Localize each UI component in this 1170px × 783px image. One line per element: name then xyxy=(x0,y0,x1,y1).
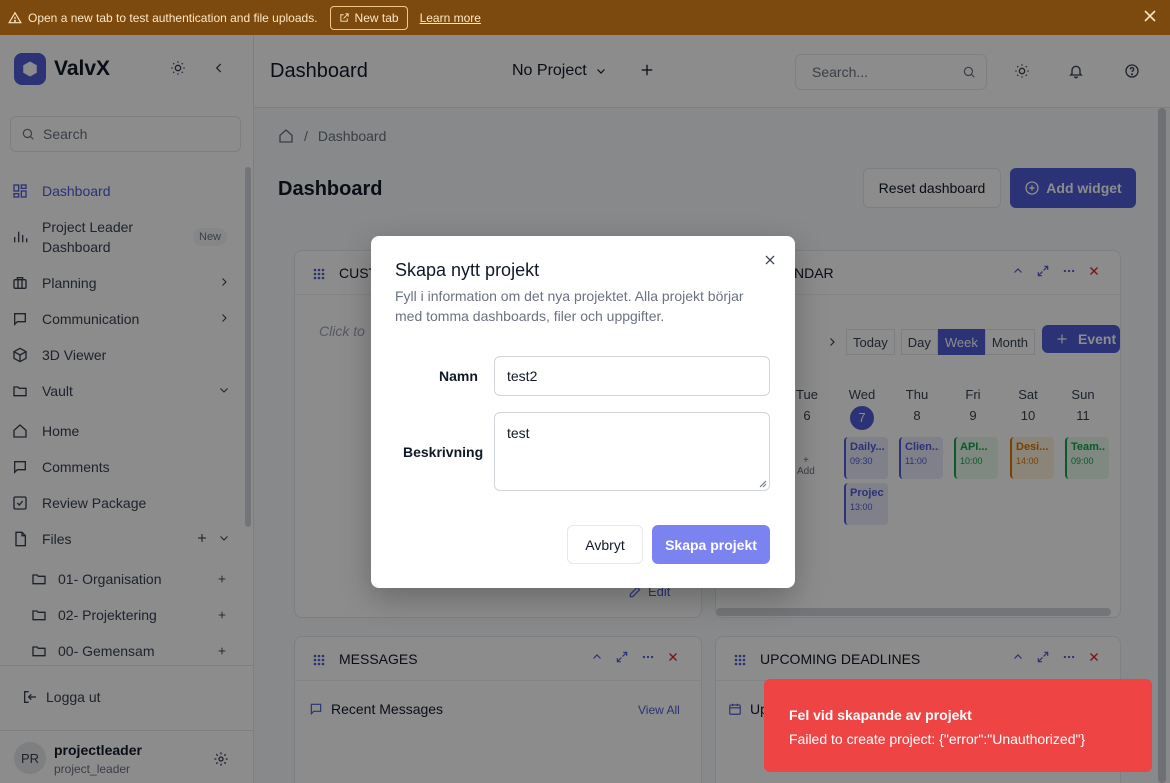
top-banner: Open a new tab to test authentication an… xyxy=(0,0,1170,35)
external-link-icon xyxy=(339,13,349,22)
error-toast[interactable]: Fel vid skapande av projekt Failed to cr… xyxy=(764,679,1152,772)
close-banner-icon[interactable] xyxy=(1144,10,1158,24)
project-description-value: test xyxy=(507,425,530,441)
name-label: Namn xyxy=(439,368,478,384)
modal-backdrop[interactable] xyxy=(254,35,1170,108)
description-label: Beskrivning xyxy=(403,444,484,460)
new-tab-button[interactable]: New tab xyxy=(329,5,408,30)
dialog-description: Fyll i information om det nya projektet.… xyxy=(395,288,744,324)
project-name-input[interactable]: test2 xyxy=(494,356,770,396)
new-tab-label: New tab xyxy=(354,10,399,25)
close-icon[interactable] xyxy=(763,253,777,270)
toast-message: Failed to create project: {"error":"Unau… xyxy=(789,731,1086,747)
create-project-button[interactable]: Skapa projekt xyxy=(652,525,770,564)
dialog-title: Skapa nytt projekt xyxy=(395,260,540,280)
cancel-button[interactable]: Avbryt xyxy=(567,525,643,564)
resize-handle-icon[interactable] xyxy=(759,480,767,488)
create-project-dialog: Skapa nytt projekt Fyll i information om… xyxy=(371,236,795,588)
learn-more-link[interactable]: Learn more xyxy=(420,11,481,25)
toast-title: Fel vid skapande av projekt xyxy=(789,707,972,723)
warning-icon xyxy=(8,11,22,25)
project-description-textarea[interactable]: test xyxy=(494,412,770,491)
modal-backdrop[interactable] xyxy=(0,35,254,783)
banner-text: Open a new tab to test authentication an… xyxy=(28,10,318,25)
